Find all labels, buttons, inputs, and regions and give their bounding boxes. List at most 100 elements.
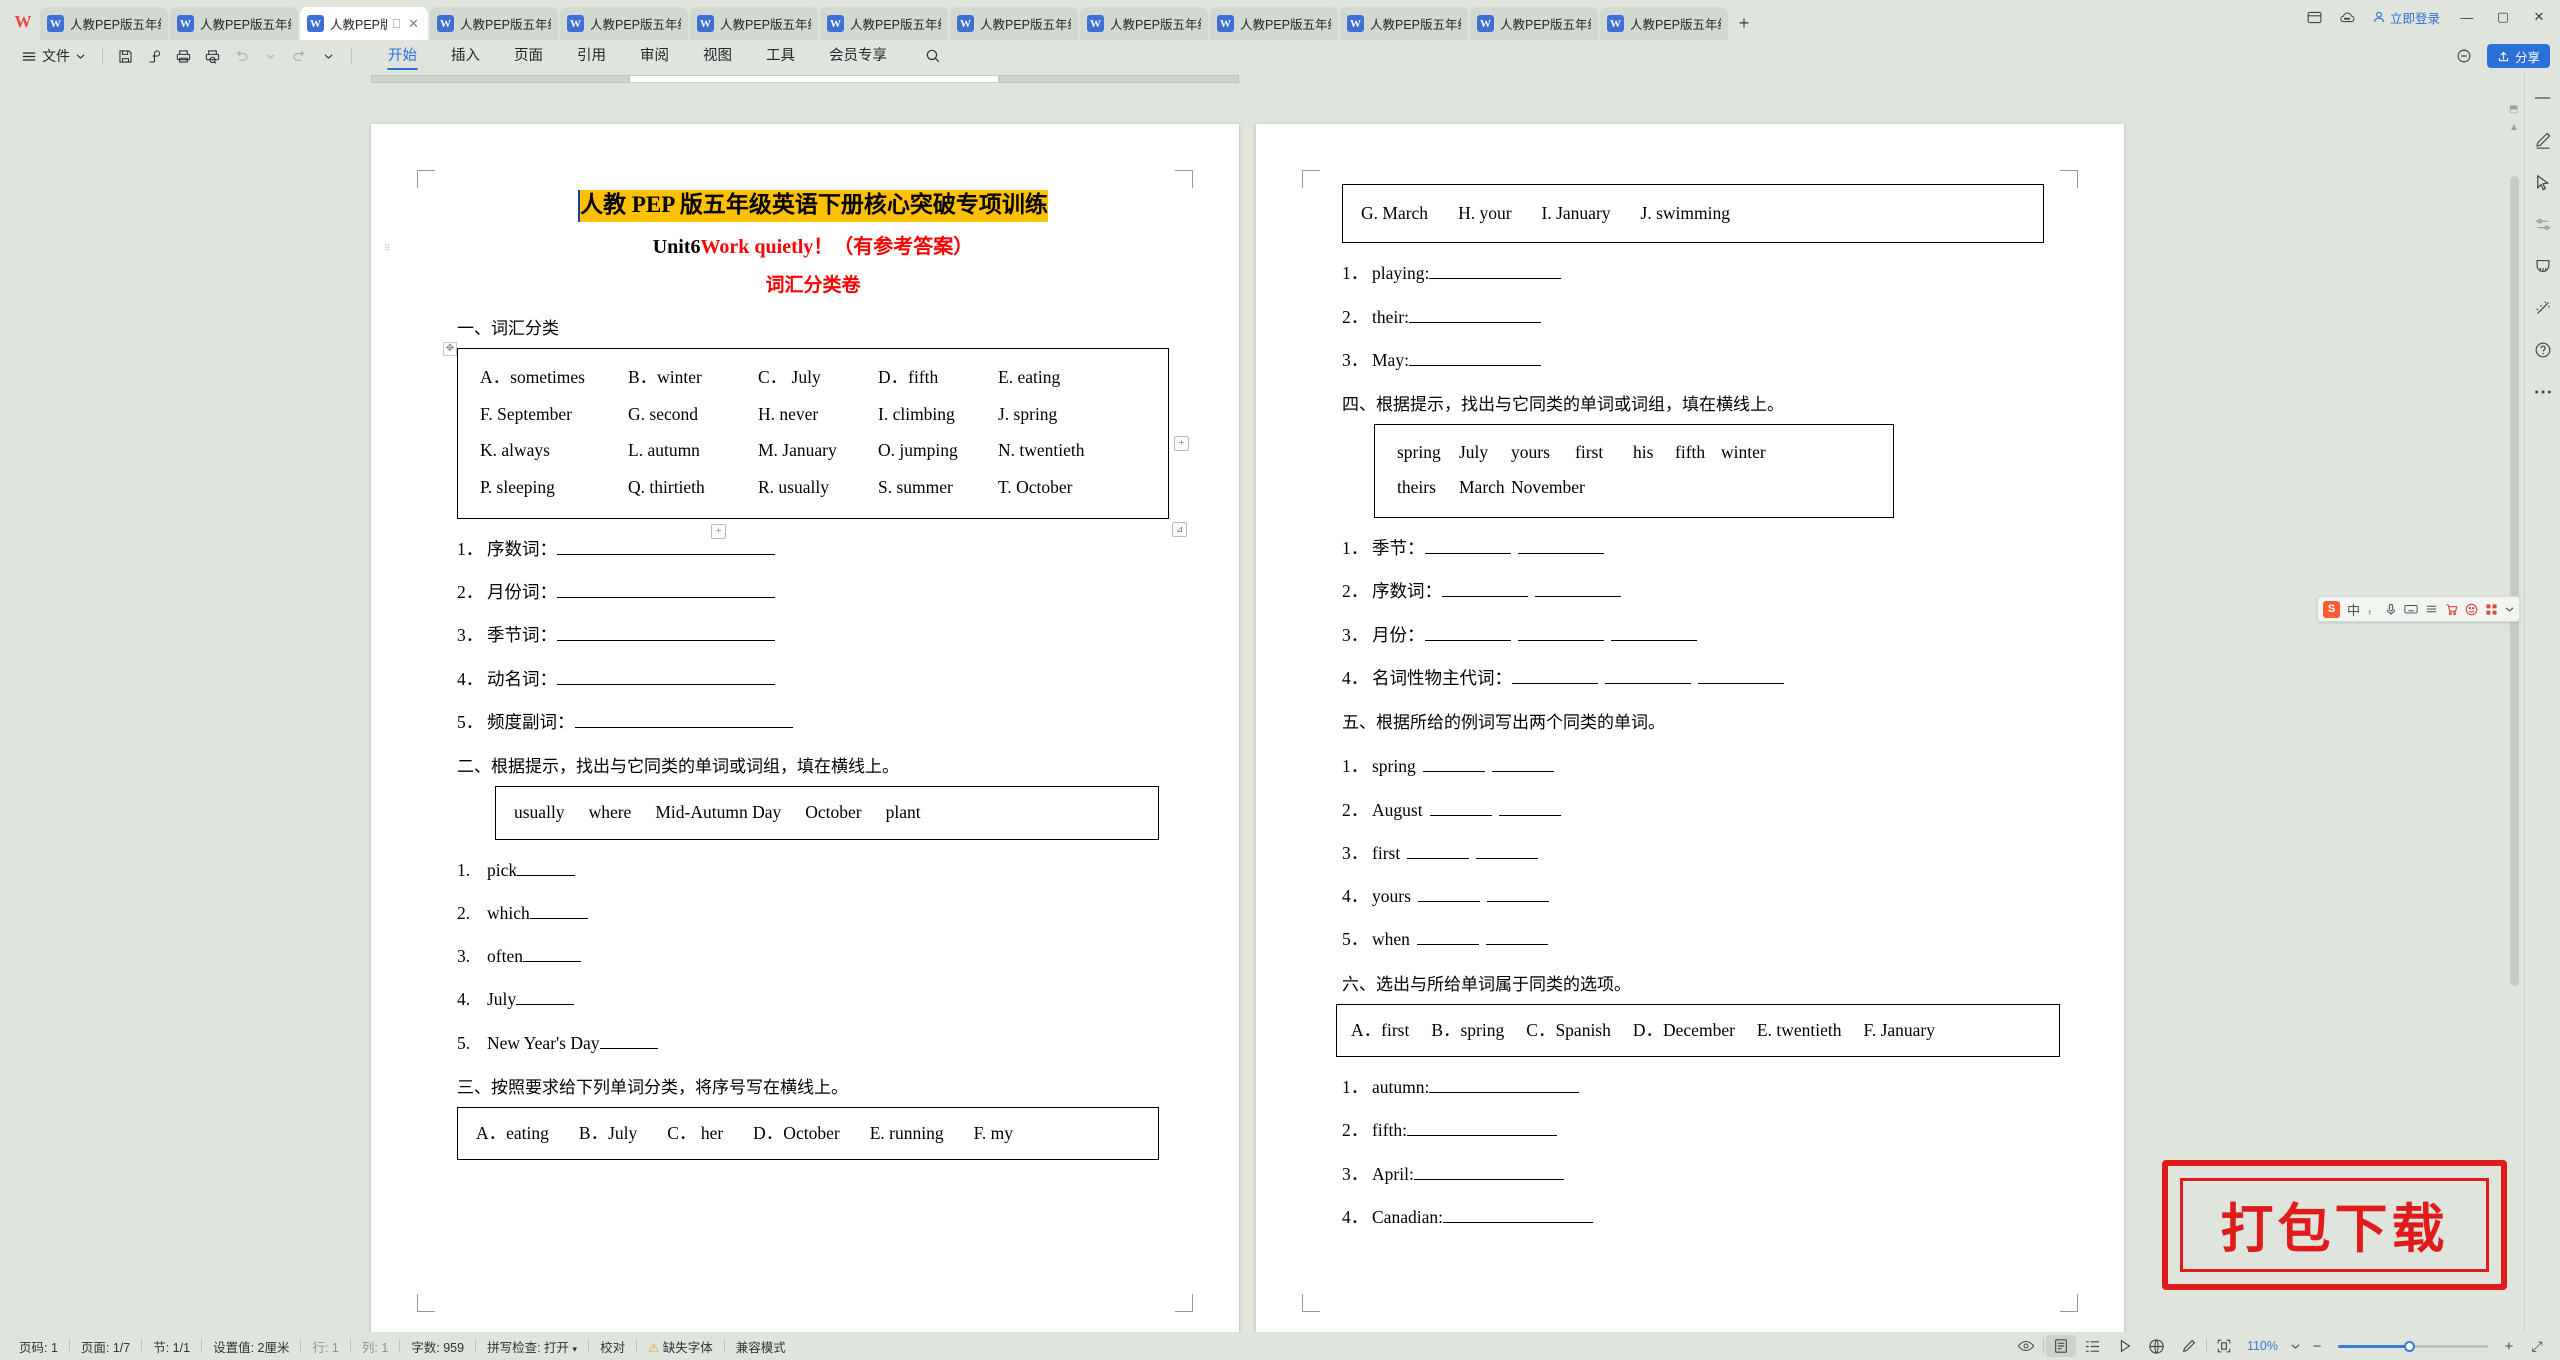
document-tab[interactable]: W 人教PEP版五年级下f bbox=[820, 7, 948, 40]
status-item[interactable]: 拼写检查: 打开 ▾ bbox=[476, 1337, 588, 1356]
status-item[interactable]: 节: 1/1 bbox=[142, 1337, 201, 1356]
zoom-dropdown-icon[interactable] bbox=[2286, 1335, 2304, 1357]
answer-blank[interactable] bbox=[522, 961, 581, 963]
answer-blank[interactable] bbox=[517, 874, 576, 876]
answer-blank[interactable] bbox=[1424, 639, 1511, 641]
document-tab[interactable]: W 人教PEP版五年级下f bbox=[1340, 7, 1468, 40]
ime-mic-icon[interactable] bbox=[2385, 603, 2397, 616]
print-icon[interactable] bbox=[170, 43, 197, 69]
cloud-icon[interactable] bbox=[2332, 3, 2362, 31]
cursor-icon[interactable] bbox=[2530, 170, 2556, 194]
answer-blank[interactable] bbox=[1517, 553, 1604, 555]
tab-close-icon[interactable]: ✕ bbox=[406, 16, 421, 31]
status-item[interactable]: ⚠ 缺失字体 bbox=[637, 1337, 724, 1356]
ribbon-tab-页面[interactable]: 页面 bbox=[497, 41, 560, 71]
status-item[interactable]: 列: 1 bbox=[351, 1337, 399, 1356]
answer-blank[interactable] bbox=[557, 597, 775, 599]
ime-chevron-icon[interactable] bbox=[2505, 606, 2514, 613]
answer-blank[interactable] bbox=[516, 1004, 575, 1006]
document-page-1[interactable]: ⠿ 人教 PEP 版五年级英语下册核心突破专项训练 Unit6Work quie… bbox=[371, 124, 1239, 1332]
redo-icon[interactable] bbox=[286, 43, 313, 69]
document-tab[interactable]: W 人教PEP版五年级下f bbox=[1080, 7, 1208, 40]
status-item[interactable]: 页码: 1 bbox=[8, 1337, 69, 1356]
ribbon-tab-工具[interactable]: 工具 bbox=[749, 41, 812, 71]
answer-blank[interactable] bbox=[1512, 682, 1598, 684]
ime-list-icon[interactable] bbox=[2425, 603, 2438, 615]
window-close-button[interactable]: ✕ bbox=[2522, 3, 2556, 31]
zoom-slider-knob[interactable] bbox=[2404, 1340, 2415, 1352]
status-item[interactable]: 设置值: 2厘米 bbox=[202, 1337, 300, 1356]
zoom-out-button[interactable]: − bbox=[2306, 1338, 2328, 1355]
answer-blank[interactable] bbox=[1486, 901, 1549, 903]
new-tab-button[interactable]: + bbox=[1730, 7, 1758, 40]
answer-blank[interactable] bbox=[1416, 944, 1479, 946]
answer-blank[interactable] bbox=[1413, 1178, 1564, 1180]
status-item[interactable]: 校对 bbox=[589, 1337, 636, 1356]
document-tab[interactable]: W 人教PEP版五年级下f bbox=[690, 7, 818, 40]
status-item[interactable]: 行: 1 bbox=[301, 1337, 349, 1356]
answer-blank[interactable] bbox=[1498, 814, 1561, 816]
ime-punctuation-icon[interactable]: ， bbox=[2367, 601, 2378, 617]
ime-logo-icon[interactable]: S bbox=[2322, 600, 2340, 618]
document-tab[interactable]: W 人教PEP版五年级下f bbox=[40, 7, 168, 40]
ime-mode-label[interactable]: 中 bbox=[2347, 600, 2360, 619]
table-resize-handle[interactable]: ⊿ bbox=[1172, 521, 1187, 537]
pen-icon[interactable] bbox=[2530, 128, 2556, 152]
wps-logo-icon[interactable]: W bbox=[6, 4, 40, 40]
answer-blank[interactable] bbox=[1442, 596, 1528, 598]
answer-blank[interactable] bbox=[1485, 944, 1548, 946]
chevron-down-icon[interactable]: ▾ bbox=[573, 1344, 578, 1354]
ime-cart-icon[interactable] bbox=[2445, 603, 2458, 616]
document-tab[interactable]: W 人教PEP版五年级下f bbox=[560, 7, 688, 40]
page-view-icon[interactable] bbox=[2045, 1335, 2076, 1357]
web-view-icon[interactable] bbox=[2142, 1335, 2172, 1357]
answer-blank[interactable] bbox=[1429, 1092, 1580, 1094]
status-item[interactable]: 兼容模式 bbox=[725, 1337, 797, 1356]
ime-floating-toolbar[interactable]: S 中 ， bbox=[2316, 596, 2520, 622]
answer-blank[interactable] bbox=[1491, 771, 1554, 773]
tab-pin-icon[interactable]: ⎕ bbox=[389, 16, 404, 31]
login-button[interactable]: 立即登录 bbox=[2364, 4, 2448, 30]
scroll-up-icon[interactable]: ▲ bbox=[2509, 122, 2519, 133]
answer-blank[interactable] bbox=[1408, 321, 1541, 323]
ribbon-tab-引用[interactable]: 引用 bbox=[560, 41, 623, 71]
help-icon[interactable] bbox=[2530, 338, 2556, 362]
table-add-row-handle[interactable]: + bbox=[711, 523, 726, 539]
answer-blank[interactable] bbox=[1517, 639, 1604, 641]
answer-blank[interactable] bbox=[1535, 596, 1621, 598]
ribbon-tab-视图[interactable]: 视图 bbox=[686, 41, 749, 71]
document-tab[interactable]: W 人教PEP版五年级下f bbox=[170, 7, 298, 40]
answer-blank[interactable] bbox=[1429, 814, 1492, 816]
answer-blank[interactable] bbox=[1476, 857, 1539, 859]
table-add-column-handle[interactable]: + bbox=[1174, 435, 1189, 451]
pen-tool-icon[interactable] bbox=[2174, 1335, 2204, 1357]
answer-blank[interactable] bbox=[1610, 639, 1697, 641]
answer-blank[interactable] bbox=[599, 1047, 658, 1049]
share-button[interactable]: 分享 bbox=[2486, 44, 2550, 68]
answer-blank[interactable] bbox=[574, 726, 793, 728]
zoom-slider[interactable] bbox=[2338, 1340, 2488, 1352]
answer-blank[interactable] bbox=[557, 553, 775, 555]
vertical-scrollbar[interactable]: ⬒ ▲ bbox=[2506, 72, 2524, 1332]
answer-blank[interactable] bbox=[557, 640, 775, 642]
scroll-split-icon[interactable]: ⬒ bbox=[2509, 104, 2518, 115]
document-tab[interactable]: W 人教PEP版五年级下f bbox=[1600, 7, 1728, 40]
window-maximize-button[interactable]: ▢ bbox=[2486, 3, 2520, 31]
window-minimize-button[interactable]: — bbox=[2450, 3, 2484, 31]
sliders-icon[interactable] bbox=[2530, 212, 2556, 236]
ribbon-tab-开始[interactable]: 开始 bbox=[371, 41, 434, 71]
document-tab[interactable]: W 人教PEP版五年级下f bbox=[1470, 7, 1598, 40]
outline-view-icon[interactable] bbox=[2078, 1335, 2108, 1357]
answer-blank[interactable] bbox=[529, 917, 588, 919]
fullscreen-icon[interactable]: ⤢ bbox=[2522, 1335, 2552, 1357]
more-icon[interactable] bbox=[2530, 380, 2556, 404]
ribbon-collapse-icon[interactable] bbox=[2449, 42, 2479, 70]
status-item[interactable]: 字数: 959 bbox=[400, 1337, 475, 1356]
status-item[interactable]: 页面: 1/7 bbox=[70, 1337, 141, 1356]
save-as-icon[interactable] bbox=[141, 43, 168, 69]
document-tab[interactable]: W 人教PEP版五年级下f bbox=[950, 7, 1078, 40]
ribbon-tab-会员专享[interactable]: 会员专享 bbox=[812, 41, 904, 71]
document-page-2[interactable]: G. March H. your I. January J. swimming 1． p… bbox=[1256, 124, 2124, 1332]
answer-blank[interactable] bbox=[1408, 364, 1541, 366]
save-icon[interactable] bbox=[112, 43, 139, 69]
